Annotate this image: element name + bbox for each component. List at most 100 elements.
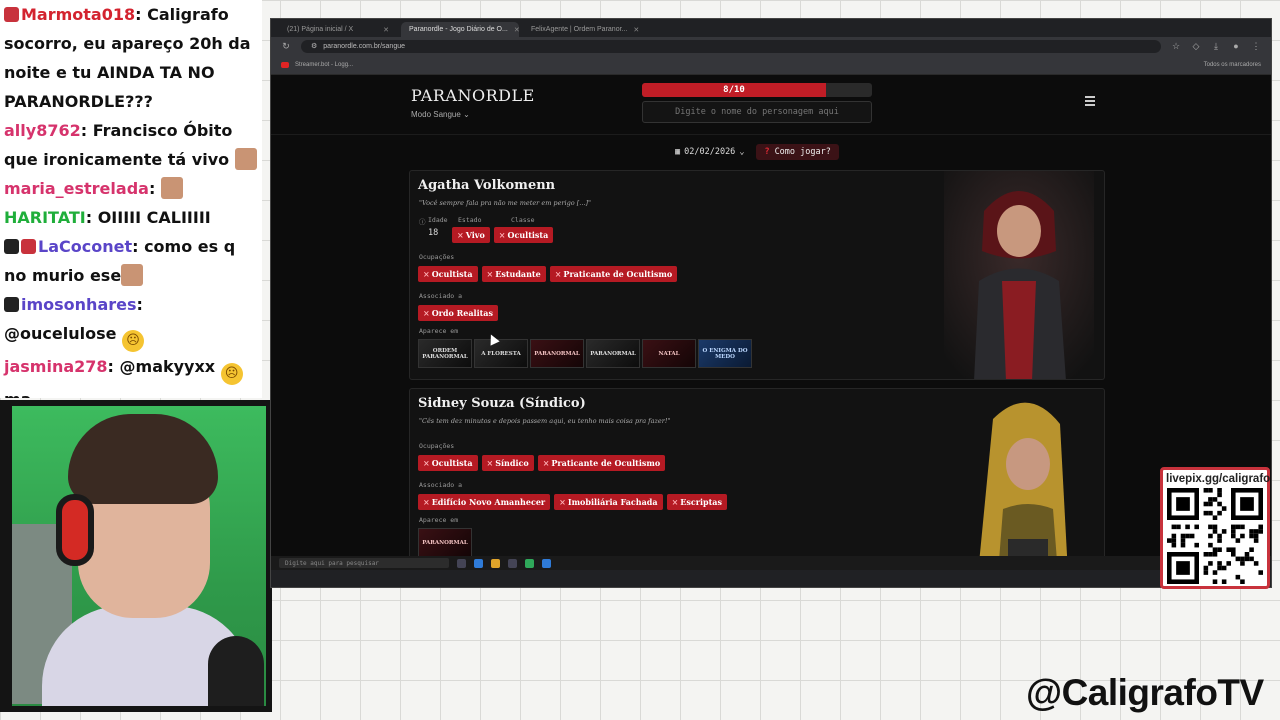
chat-text: ma — [4, 390, 31, 398]
chat-message: LaCoconet: como es q no murio ese — [4, 237, 236, 286]
occupations-label: Ocupações — [419, 442, 455, 450]
appears-label: Aparece em — [419, 516, 459, 524]
date-selector[interactable]: ▦ 02/02/2026 ⌄ — [671, 144, 748, 160]
edge-icon[interactable] — [474, 558, 483, 568]
campaign-thumbnail: PARANORMAL — [418, 528, 472, 557]
star-icon[interactable]: ☆ — [1171, 41, 1181, 52]
associated-tags: × Ordo Realitas — [418, 305, 498, 321]
tab-bar: (21) Página inicial / X ✕ Paranordle - Jo… — [271, 19, 1271, 37]
associated-label: Associado a — [419, 481, 463, 489]
qr-label: livepix.gg/caligrafo — [1166, 473, 1271, 485]
info-icon: ⓘ — [419, 218, 426, 226]
badge-icon — [4, 297, 19, 312]
menu-dots-icon[interactable]: ⋮ — [1251, 41, 1261, 52]
chat-message: Marmota018: Caligrafo socorro, eu apareç… — [4, 5, 251, 111]
headphone-icon — [56, 494, 94, 566]
extensions-icon[interactable]: ◇ — [1191, 41, 1201, 52]
bookmark-item[interactable]: Streamer.bot - Logg... — [295, 62, 353, 68]
occupation-tag: × Praticante de Ocultismo — [537, 455, 666, 471]
character-quote: "Cês tem dez minutos e depois passem aqu… — [419, 417, 671, 425]
badge-icon — [4, 7, 19, 22]
chat-message: ally8762: Francisco Óbito que ironicamen… — [4, 116, 258, 174]
folder-icon[interactable] — [491, 558, 500, 568]
chat-username: jasmina278 — [4, 357, 108, 376]
guess-input[interactable] — [642, 101, 872, 123]
sad-emote-icon: ☹ — [220, 363, 243, 385]
chat-username: LaCoconet — [38, 237, 133, 256]
task-view-icon[interactable] — [457, 558, 466, 568]
chat-username: Marmota018 — [21, 5, 136, 24]
chrome-icon[interactable] — [525, 558, 534, 568]
reload-icon[interactable]: ↻ — [281, 41, 291, 52]
character-quote: "Você sempre fala pra não me meter em pe… — [419, 199, 592, 207]
chat-message: imosonhares: @oucelulose ☹ — [4, 290, 258, 352]
mode-selector[interactable]: Modo Sangue ⌄ — [411, 110, 470, 119]
qr-code-icon — [1167, 488, 1263, 584]
occupation-tag: × Praticante de Ocultismo — [549, 266, 678, 282]
download-icon[interactable]: ⤓ — [1211, 41, 1221, 52]
appears-thumbnails: ORDEM PARANORMAL A FLORESTA PARANORMAL P… — [418, 339, 752, 368]
obs-icon[interactable] — [508, 558, 517, 568]
class-label: Classe — [511, 216, 535, 224]
campaign-thumbnail: ORDEM PARANORMAL — [418, 339, 472, 368]
hamburger-menu-icon[interactable] — [1085, 96, 1095, 108]
close-icon[interactable]: ✕ — [633, 26, 639, 34]
associated-tag: × Edifício Novo Amanhecer — [418, 494, 551, 510]
associated-tags: × Edifício Novo Amanhecer × Imobiliária Fa… — [418, 494, 727, 510]
character-card: Sidney Souza (Síndico) "Cês tem dez minu… — [409, 388, 1105, 570]
face-emote-icon — [121, 264, 144, 286]
character-card: Agatha Volkomenn "Você sempre fala pra n… — [409, 170, 1105, 380]
badge-icon — [21, 239, 36, 254]
chevron-down-icon: ⌄ — [739, 147, 745, 157]
chat-text: @oucelulose — [4, 324, 117, 343]
chat-message: maria_estrelada: — [4, 174, 258, 203]
browser-tab[interactable]: Paranordle - Jogo Diário de O... ✕ — [401, 22, 519, 37]
taskbar-search[interactable]: Digite aqui para pesquisar — [279, 558, 449, 568]
calendar-icon: ▦ — [675, 147, 681, 157]
occupation-tag: × Ocultista — [418, 455, 478, 471]
browser-window: (21) Página inicial / X ✕ Paranordle - Jo… — [270, 18, 1272, 588]
tab-title: FelixAgente | Ordem Paranor... — [531, 26, 628, 33]
qr-card: livepix.gg/caligrafo — [1160, 467, 1270, 589]
character-name: Sidney Souza (Síndico) — [418, 396, 586, 411]
address-bar[interactable]: ⚙ paranordle.com.br/sangue — [301, 39, 1161, 53]
chat-message: HARITATI: OIIIII CALIIIII — [4, 208, 211, 227]
webcam-frame — [0, 400, 272, 712]
associated-tag: × Escriptas — [666, 494, 727, 510]
x-icon: × — [457, 230, 464, 240]
browser-tab[interactable]: (21) Página inicial / X ✕ — [279, 22, 397, 37]
close-icon[interactable]: ✕ — [383, 26, 389, 34]
all-bookmarks[interactable]: Todos os marcadores — [1204, 62, 1261, 68]
tab-title: Paranordle - Jogo Diário de O... — [409, 26, 508, 33]
age-value: 18 — [428, 228, 439, 238]
campaign-thumbnail: NATAL — [642, 339, 696, 368]
associated-tag: × Imobiliária Fachada — [554, 494, 663, 510]
streamer-handle: @CaligrafoTV — [1026, 672, 1264, 713]
occupations-label: Ocupações — [419, 253, 455, 261]
class-tag: × Ocultista — [493, 227, 554, 243]
face-emote-icon — [234, 148, 257, 170]
site-info-icon[interactable]: ⚙ — [311, 42, 317, 50]
face-emote-icon — [160, 177, 183, 199]
url-text: paranordle.com.br/sangue — [323, 42, 405, 50]
close-icon[interactable]: ✕ — [514, 26, 519, 34]
youtube-icon[interactable] — [281, 61, 289, 68]
chat-text: @makyyxx — [119, 357, 216, 376]
profile-icon[interactable]: ● — [1231, 41, 1241, 51]
occupation-tags: × Ocultista × Estudante × Praticante de Ocu… — [418, 266, 678, 282]
question-icon: ? — [764, 147, 770, 157]
app-icon[interactable] — [542, 558, 551, 568]
browser-toolbar: ↻ ⚙ paranordle.com.br/sangue ☆ ◇ ⤓ ● ⋮ — [271, 37, 1271, 55]
chat-overlay: Marmota018: Caligrafo socorro, eu apareç… — [0, 0, 262, 398]
chat-text: OIIIII CALIIIII — [97, 208, 211, 227]
site-logo[interactable]: PARANORDLE — [411, 86, 535, 105]
sad-emote-icon: ☹ — [122, 330, 145, 352]
browser-tab[interactable]: FelixAgente | Ordem Paranor... ✕ — [523, 22, 641, 37]
chat-username: ally8762 — [4, 121, 81, 140]
age-label: Idade — [428, 216, 448, 224]
character-portrait — [948, 389, 1098, 570]
how-to-play-button[interactable]: ? Como jogar? — [756, 144, 839, 160]
paranordle-page: PARANORDLE Modo Sangue ⌄ 8/10 ▦ 02/02/20… — [271, 75, 1271, 570]
chevron-down-icon: ⌄ — [463, 110, 470, 119]
associated-label: Associado a — [419, 292, 463, 300]
